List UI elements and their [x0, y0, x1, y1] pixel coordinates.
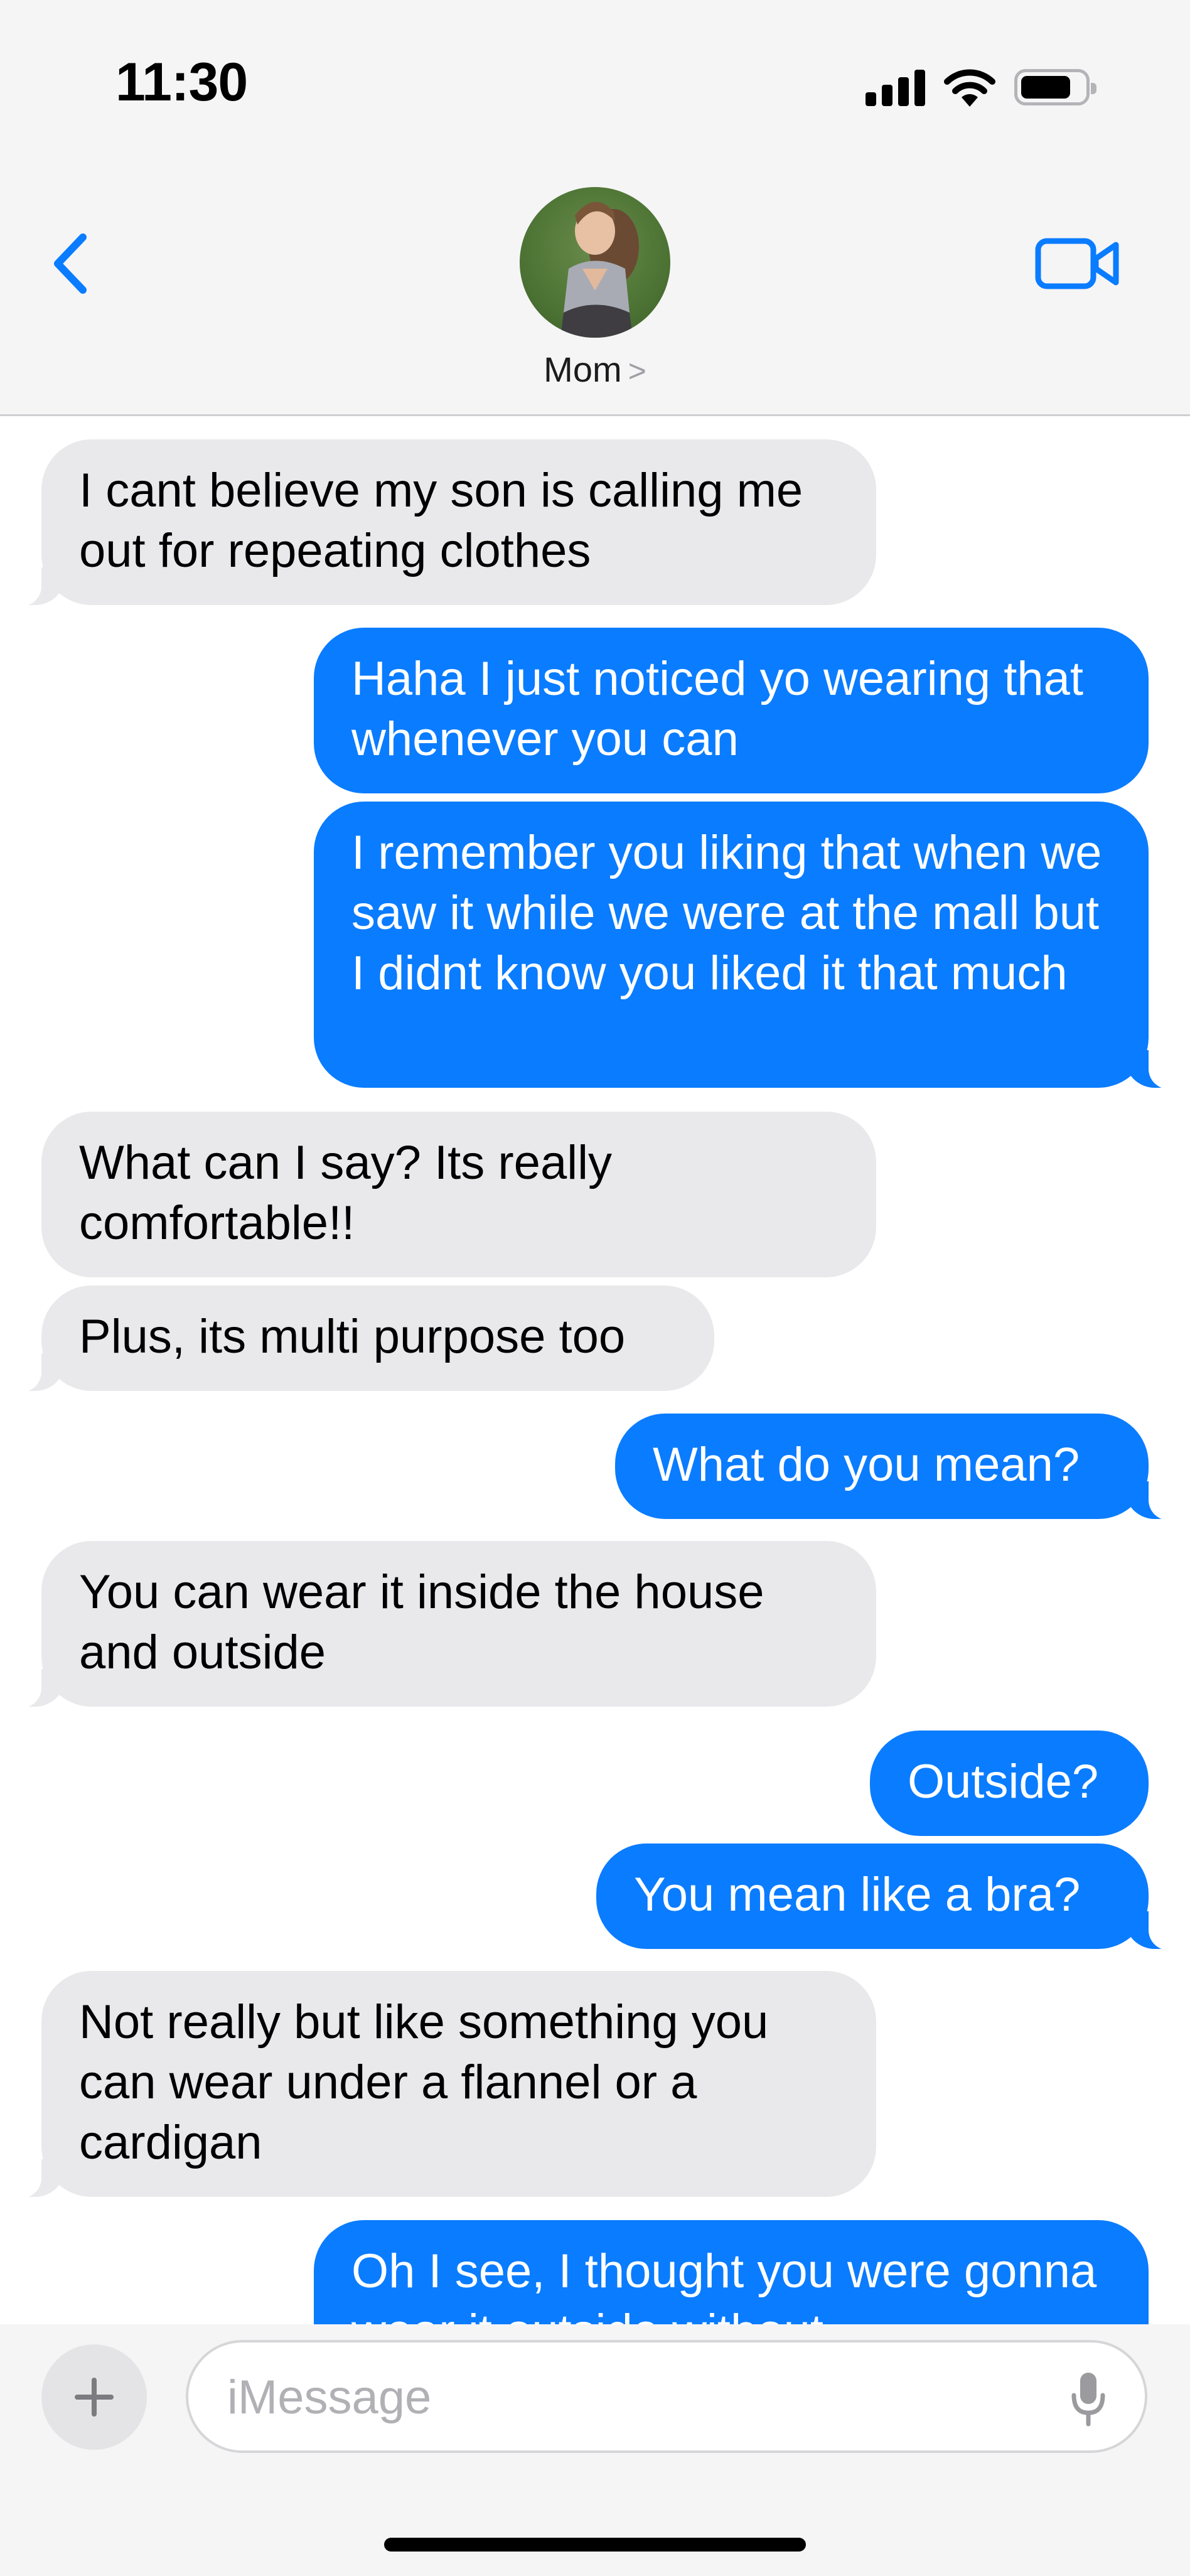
battery-icon — [1014, 69, 1096, 105]
composer-bar — [0, 2324, 1190, 2576]
incoming-message[interactable]: Plus, its multi purpose too — [15, 1285, 714, 1392]
contact-name-button[interactable]: Mom > — [0, 349, 1190, 390]
video-camera-icon[interactable] — [1034, 232, 1122, 295]
status-time: 11:30 — [115, 52, 248, 112]
plus-icon — [75, 2378, 114, 2417]
contact-name: Mom — [544, 350, 622, 389]
imessage-input[interactable] — [226, 2343, 1044, 2452]
outgoing-message[interactable]: I remember you liking that when we saw i… — [314, 802, 1175, 1089]
message-list[interactable]: I cant believe my son is calling me out … — [0, 416, 1190, 2324]
imessage-field[interactable] — [186, 2340, 1147, 2453]
home-indicator[interactable] — [384, 2538, 806, 2552]
incoming-message[interactable]: You can wear it inside the house and out… — [15, 1541, 876, 1708]
incoming-message[interactable]: What can I say? Its really comfortable!! — [41, 1112, 876, 1277]
microphone-icon[interactable] — [1069, 2370, 1107, 2427]
conversation-header: 11:30 Mom > — [0, 0, 1190, 416]
apps-plus-button[interactable] — [41, 2344, 147, 2450]
back-chevron-icon[interactable] — [44, 226, 100, 301]
incoming-message[interactable]: I cant believe my son is calling me out … — [15, 439, 876, 606]
contact-avatar[interactable] — [520, 187, 670, 338]
outgoing-message[interactable]: Oh I see, I thought you were gonna wear … — [314, 2220, 1149, 2324]
outgoing-message[interactable]: Outside? — [870, 1731, 1149, 1836]
incoming-message[interactable]: Not really but like something you can we… — [15, 1971, 876, 2198]
outgoing-message[interactable]: Haha I just noticed yo wearing that when… — [314, 628, 1149, 793]
avatar-photo — [560, 201, 639, 338]
chevron-right-icon: > — [628, 353, 646, 389]
wifi-icon — [944, 69, 995, 107]
cellular-signal-icon — [866, 68, 925, 106]
outgoing-message[interactable]: You mean like a bra? — [596, 1843, 1175, 1950]
outgoing-message[interactable]: What do you mean? — [615, 1414, 1175, 1520]
status-icons — [866, 65, 1096, 109]
